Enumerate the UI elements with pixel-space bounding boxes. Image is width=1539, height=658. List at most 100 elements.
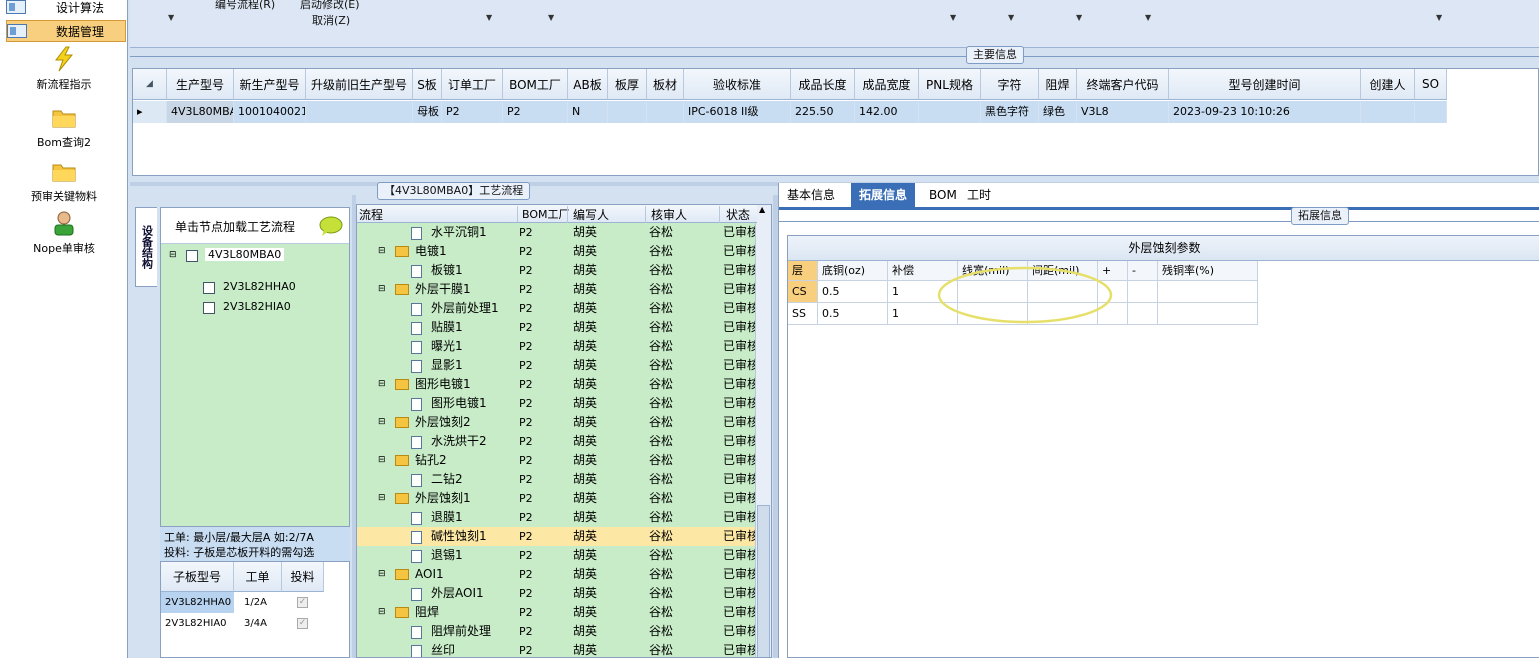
sub-order-cell[interactable]: 1/2A (234, 592, 282, 613)
dropdown-arrow-icon[interactable]: ▼ (950, 13, 956, 22)
process-row[interactable]: 贴膜1 P2 胡英 谷松 已审核 (357, 318, 759, 337)
toolbar-cancel[interactable]: 取消(Z) (312, 12, 350, 28)
col-header[interactable]: BOM工厂 (517, 206, 570, 222)
tool-nope-review[interactable]: Nope单审核 (0, 210, 128, 256)
splitter[interactable] (352, 195, 356, 658)
row-indicator[interactable]: ▸ (133, 101, 167, 123)
col-header[interactable]: 阻焊 (1039, 69, 1077, 100)
feed-checkbox[interactable]: ✓ (297, 597, 308, 608)
process-row[interactable]: 板镀1 P2 胡英 谷松 已审核 (357, 261, 759, 280)
dropdown-arrow-icon[interactable]: ▼ (1145, 13, 1151, 22)
dropdown-arrow-icon[interactable]: ▼ (1008, 13, 1014, 22)
toolbar-start-edit[interactable]: 启动修改(E) (300, 0, 360, 12)
col-header[interactable]: BOM工厂 (503, 69, 568, 100)
col-header[interactable]: 板材 (647, 69, 684, 100)
dropdown-arrow-icon[interactable]: ▼ (168, 13, 174, 22)
feed-checkbox[interactable]: ✓ (297, 618, 308, 629)
process-row[interactable]: 外层前处理1 P2 胡英 谷松 已审核 (357, 299, 759, 318)
tool-new-flow[interactable]: 新流程指示 (0, 46, 128, 92)
nav-data-management[interactable]: 数据管理 (6, 20, 126, 42)
main-info-cell[interactable]: 4V3L80MBA0 (167, 101, 234, 123)
process-row[interactable]: 退锡1 P2 胡英 谷松 已审核 (357, 546, 759, 565)
dropdown-arrow-icon[interactable]: ▼ (486, 13, 492, 22)
main-info-cell[interactable] (608, 101, 647, 123)
col-header[interactable]: 编写人 (567, 206, 641, 223)
process-row[interactable]: 曝光1 P2 胡英 谷松 已审核 (357, 337, 759, 356)
col-header[interactable]: 底铜(oz) (818, 261, 888, 281)
main-info-cell[interactable]: N (568, 101, 608, 123)
col-header[interactable]: - (1128, 261, 1158, 281)
col-header[interactable]: 新生产型号 (234, 69, 306, 100)
sub-order-cell[interactable]: 3/4A (234, 613, 282, 634)
col-header[interactable]: 升级前旧生产型号 (306, 69, 413, 100)
main-info-cell[interactable]: 142.00 (855, 101, 919, 123)
process-row[interactable]: ⊟ 电镀1 P2 胡英 谷松 已审核 (357, 242, 759, 261)
tool-bom-query[interactable]: Bom查询2 (0, 104, 128, 150)
etch-cell[interactable] (1158, 303, 1258, 325)
process-row[interactable]: ⊟ 阻焊 P2 胡英 谷松 已审核 (357, 603, 759, 622)
process-row[interactable]: ⊟ 外层蚀刻2 P2 胡英 谷松 已审核 (357, 413, 759, 432)
process-row[interactable]: ⊟ AOI1 P2 胡英 谷松 已审核 (357, 565, 759, 584)
process-scrollbar[interactable]: ▲ (755, 205, 771, 657)
process-row[interactable]: 退膜1 P2 胡英 谷松 已审核 (357, 508, 759, 527)
scroll-thumb[interactable] (757, 505, 770, 657)
process-row[interactable]: 碱性蚀刻1 P2 胡英 谷松 已审核 (357, 527, 759, 546)
tree-toggle-icon[interactable]: ⊟ (378, 280, 386, 299)
col-header[interactable]: 残铜率(%) (1158, 261, 1258, 281)
etch-cell[interactable]: 0.5 (818, 303, 888, 325)
process-row[interactable]: 图形电镀1 P2 胡英 谷松 已审核 (357, 394, 759, 413)
main-info-cell[interactable]: V3L8 (1077, 101, 1169, 123)
tree-child-node[interactable]: 2V3L82HIA0 (223, 300, 291, 313)
main-info-cell[interactable] (1415, 101, 1447, 123)
col-header[interactable]: 订单工厂 (442, 69, 503, 100)
col-header[interactable]: 状态 (719, 206, 750, 223)
tree-collapse-icon[interactable]: ⊟ (169, 250, 177, 260)
col-header[interactable]: 成品长度 (791, 69, 855, 100)
main-info-cell[interactable]: 黑色字符 (981, 101, 1039, 123)
main-info-cell[interactable] (306, 101, 413, 123)
tree-toggle-icon[interactable]: ⊟ (378, 413, 386, 432)
col-header[interactable]: 层 (788, 261, 818, 281)
main-info-cell[interactable] (919, 101, 981, 123)
col-header[interactable]: 流程 (359, 206, 383, 223)
col-header[interactable]: AB板 (568, 69, 608, 100)
col-header[interactable]: 型号创建时间 (1169, 69, 1361, 100)
sub-model-cell[interactable]: 2V3L82HIA0 (161, 613, 234, 634)
dropdown-arrow-icon[interactable]: ▼ (1076, 13, 1082, 22)
col-header[interactable]: SO (1415, 69, 1447, 100)
tree-toggle-icon[interactable]: ⊟ (378, 603, 386, 622)
main-info-cell[interactable]: 绿色 (1039, 101, 1077, 123)
process-row[interactable]: 外层AOI1 P2 胡英 谷松 已审核 (357, 584, 759, 603)
process-row[interactable]: 丝印 P2 胡英 谷松 已审核 (357, 641, 759, 657)
dropdown-arrow-icon[interactable]: ▼ (1436, 13, 1442, 22)
tab-1[interactable]: 拓展信息 (851, 183, 916, 207)
speech-bubble-icon[interactable] (319, 216, 343, 236)
col-header[interactable]: 终端客户代码 (1077, 69, 1169, 100)
process-row[interactable]: ⊟ 图形电镀1 P2 胡英 谷松 已审核 (357, 375, 759, 394)
process-row[interactable]: 水平沉铜1 P2 胡英 谷松 已审核 (357, 223, 759, 242)
process-row[interactable]: 水洗烘干2 P2 胡英 谷松 已审核 (357, 432, 759, 451)
tree-toggle-icon[interactable]: ⊟ (378, 375, 386, 394)
etch-cell[interactable]: CS (788, 281, 818, 303)
col-header[interactable]: 验收标准 (684, 69, 791, 100)
etch-cell[interactable]: SS (788, 303, 818, 325)
etch-cell[interactable] (1128, 303, 1158, 325)
main-info-cell[interactable] (1361, 101, 1415, 123)
tree-toggle-icon[interactable]: ⊟ (378, 489, 386, 508)
tab-0[interactable]: 基本信息 (779, 183, 843, 207)
tree-toggle-icon[interactable]: ⊟ (378, 565, 386, 584)
main-info-cell[interactable]: IPC-6018 II级 (684, 101, 791, 123)
process-row[interactable]: ⊟ 钻孔2 P2 胡英 谷松 已审核 (357, 451, 759, 470)
process-row[interactable]: ⊟ 外层干膜1 P2 胡英 谷松 已审核 (357, 280, 759, 299)
scroll-up-icon[interactable]: ▲ (759, 205, 765, 214)
nav-design-algorithm[interactable]: 设计算法 (6, 0, 126, 18)
main-info-cell[interactable]: P2 (503, 101, 568, 123)
dropdown-arrow-icon[interactable]: ▼ (548, 13, 554, 22)
tree-toggle-icon[interactable]: ⊟ (378, 451, 386, 470)
process-row[interactable]: ⊟ 外层蚀刻1 P2 胡英 谷松 已审核 (357, 489, 759, 508)
sub-model-cell[interactable]: 2V3L82HHA0 (161, 592, 234, 613)
tree-child-node[interactable]: 2V3L82HHA0 (223, 280, 296, 293)
col-header[interactable]: 子板型号 (161, 562, 234, 592)
toolbar-number-flow[interactable]: 编号流程(R) (215, 0, 275, 12)
process-row[interactable]: 阻焊前处理 P2 胡英 谷松 已审核 (357, 622, 759, 641)
